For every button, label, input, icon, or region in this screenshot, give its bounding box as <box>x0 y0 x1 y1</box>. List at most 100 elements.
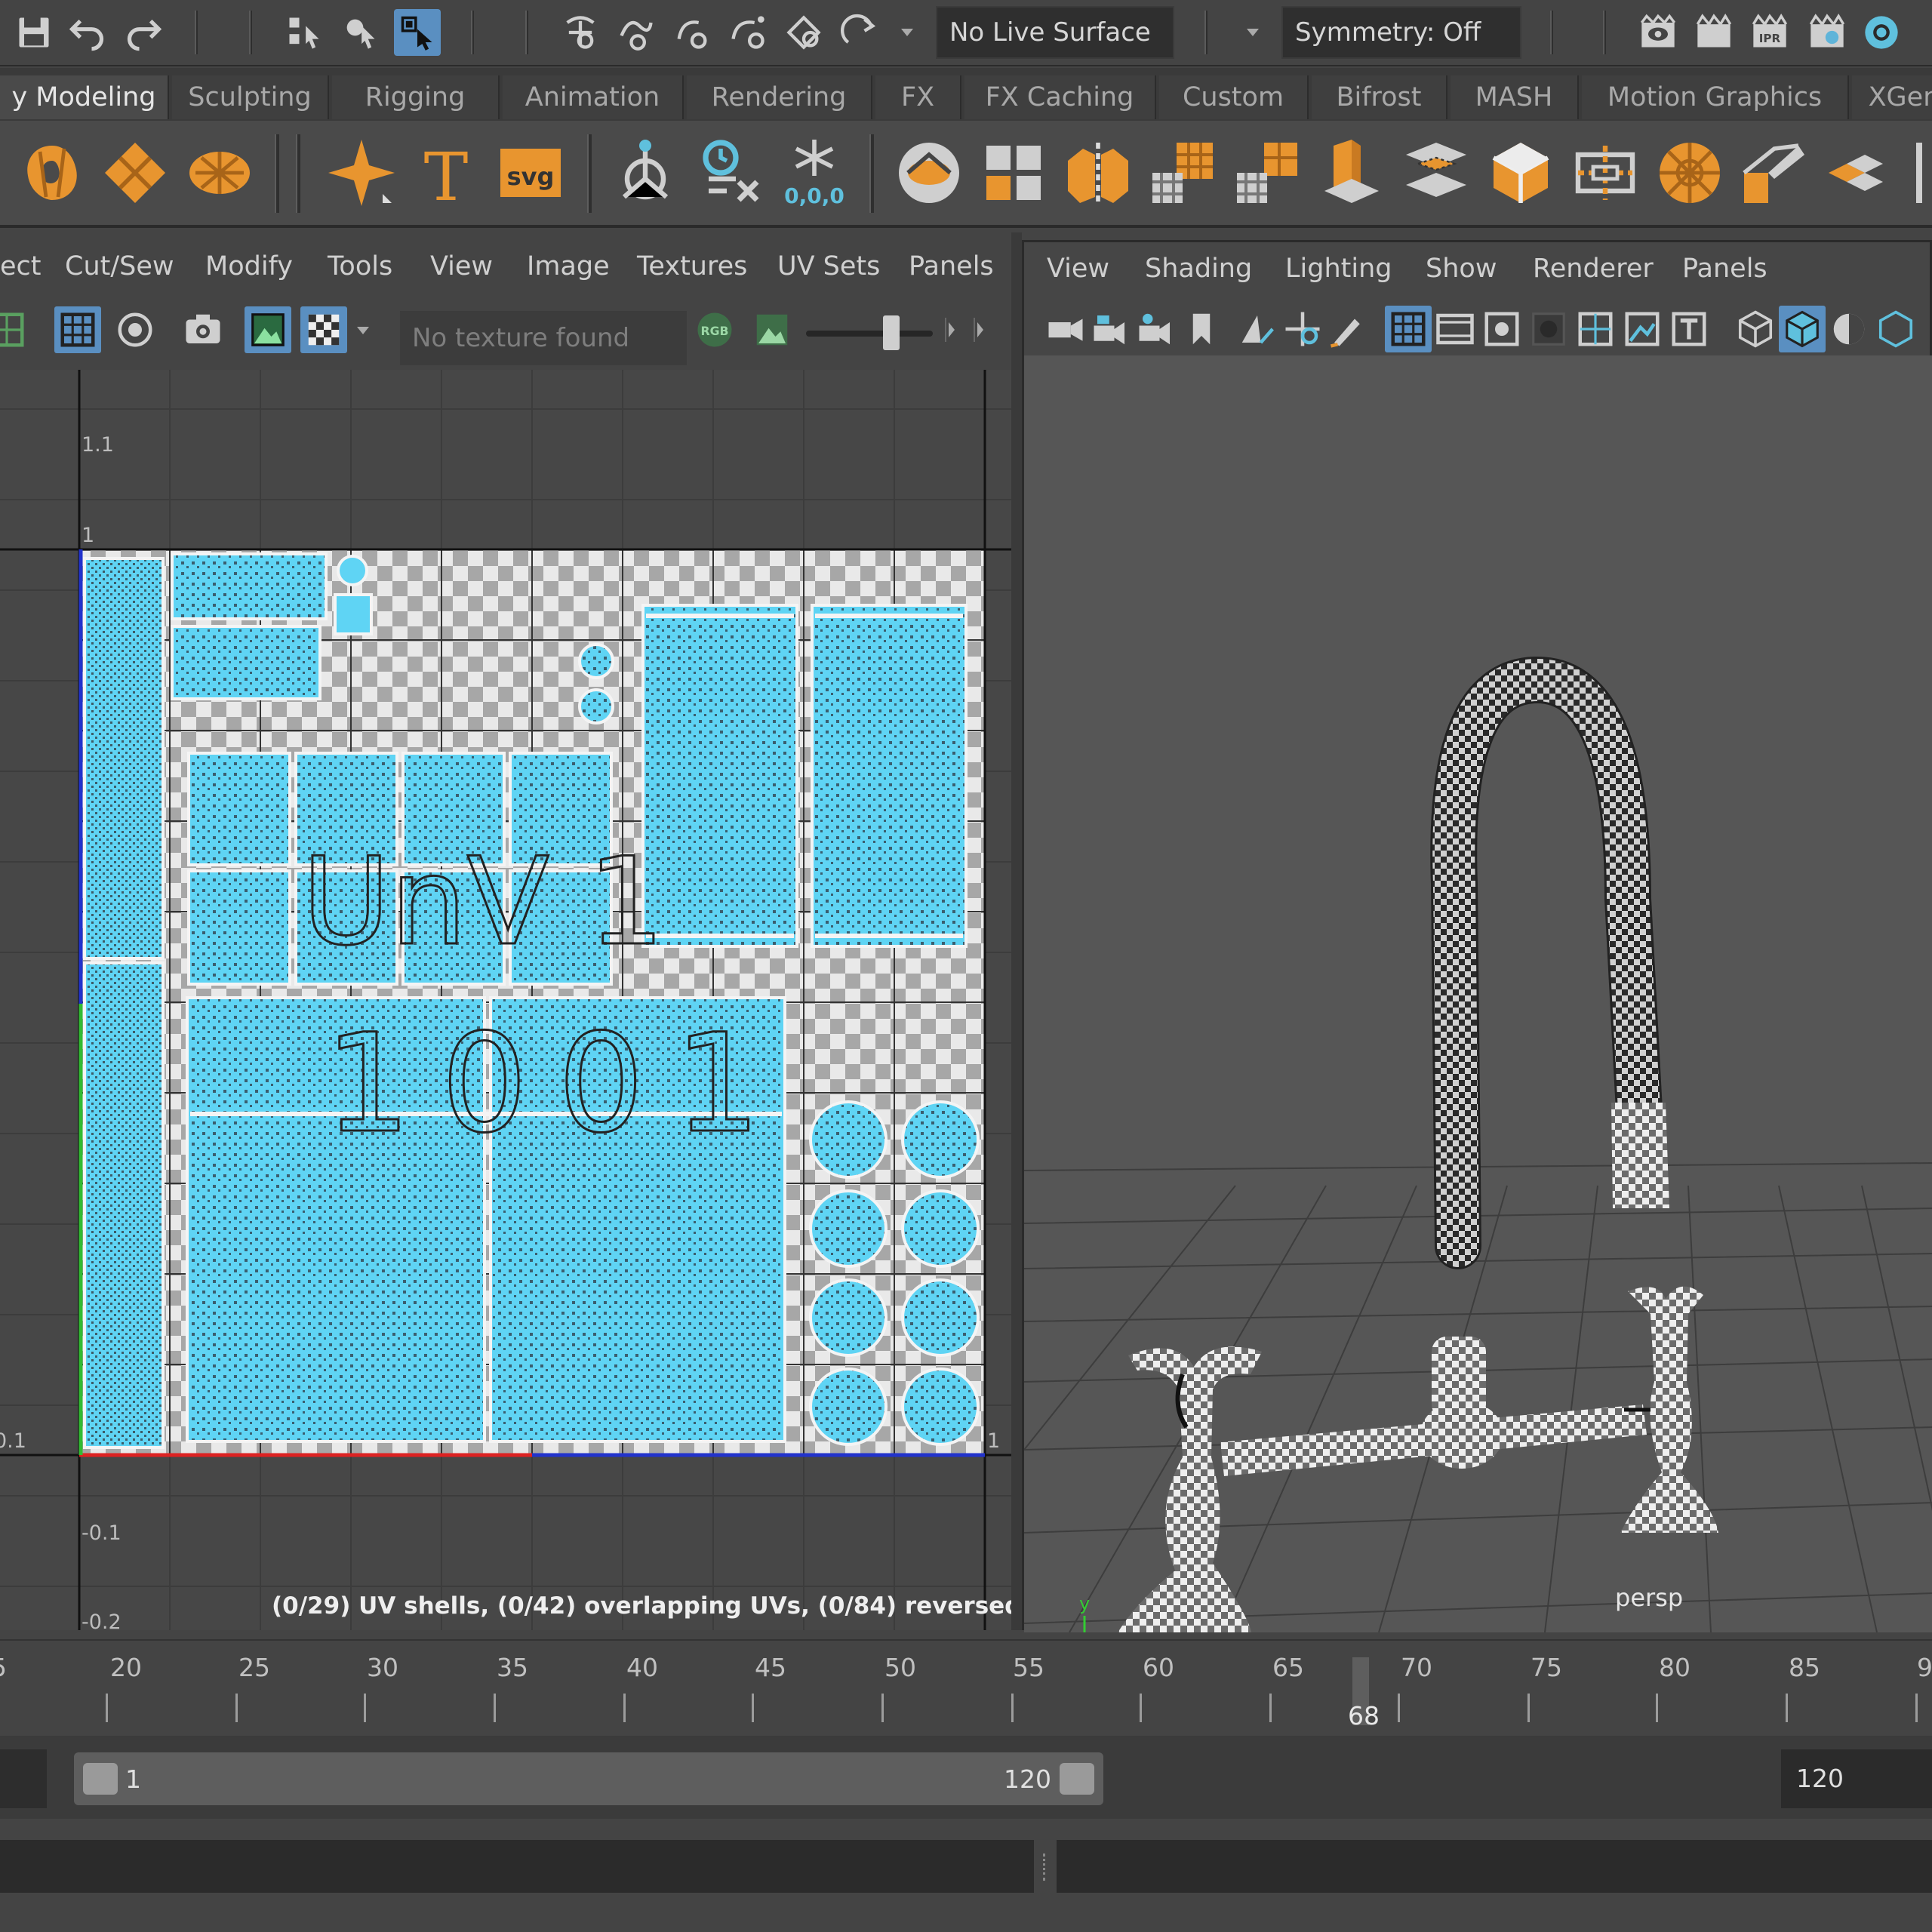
safe-title-icon[interactable] <box>1666 306 1712 352</box>
menu-panels[interactable]: Panels <box>1682 250 1767 288</box>
smooth-icon[interactable] <box>1141 131 1224 214</box>
uv-shaded-icon[interactable] <box>0 306 30 353</box>
uv-shell[interactable] <box>187 752 291 866</box>
multi-cut-icon[interactable] <box>1648 131 1731 214</box>
uv-shell[interactable] <box>809 1367 888 1446</box>
tab-custom[interactable]: Custom <box>1159 75 1309 119</box>
resolution-gate-icon[interactable] <box>1478 306 1525 352</box>
chevron-right-icon[interactable] <box>940 306 963 353</box>
uv-shell[interactable] <box>83 961 165 1449</box>
menu-textures[interactable]: Textures <box>637 248 747 285</box>
tab-rigging[interactable]: Rigging <box>332 75 500 119</box>
freeze-transform-icon[interactable]: 0,0,0 <box>773 131 856 214</box>
uv-shell[interactable] <box>901 1278 980 1357</box>
tab-fx-caching[interactable]: FX Caching <box>964 75 1156 119</box>
uv-shell[interactable] <box>578 643 614 679</box>
menu-view[interactable]: View <box>430 248 493 285</box>
menu-lighting[interactable]: Lighting <box>1285 250 1392 288</box>
type-tool-icon[interactable]: T <box>405 131 488 214</box>
tab-mash[interactable]: MASH <box>1451 75 1579 119</box>
uv-shell[interactable] <box>187 869 291 986</box>
polygon-torus-icon[interactable] <box>11 131 94 214</box>
hypershade-icon[interactable] <box>1858 9 1905 56</box>
uv-shell[interactable] <box>809 1189 888 1268</box>
chevron-down-icon[interactable] <box>1245 17 1260 47</box>
menu-panels[interactable]: Panels <box>909 248 994 285</box>
snap-point-icon[interactable] <box>669 9 715 56</box>
bevel-icon[interactable] <box>1479 131 1562 214</box>
render-settings-icon[interactable] <box>1804 9 1850 56</box>
chevron-down-icon[interactable] <box>900 17 915 47</box>
render-icon[interactable] <box>1690 9 1737 56</box>
camera-attributes-icon[interactable] <box>1133 306 1180 352</box>
super-shape-icon[interactable] <box>320 131 403 214</box>
menu-cut-sew[interactable]: Cut/Sew <box>65 248 174 285</box>
menu-view[interactable]: View <box>1047 250 1109 288</box>
live-surface-field[interactable]: No Live Surface <box>936 6 1174 59</box>
texture-field[interactable]: No texture found <box>400 311 687 365</box>
pixel-snap-icon[interactable] <box>112 306 158 353</box>
end-time-field[interactable]: 120 <box>1781 1749 1932 1808</box>
polygon-disc-icon[interactable] <box>178 131 261 214</box>
tab-sculpting[interactable]: Sculpting <box>172 75 329 119</box>
uv-shell[interactable] <box>171 552 328 620</box>
camera-icon[interactable] <box>1042 306 1089 352</box>
chevron-right-icon[interactable] <box>969 306 992 353</box>
menu-select[interactable]: ect <box>0 248 42 285</box>
uv-shell[interactable] <box>901 1100 980 1179</box>
uv-shell[interactable] <box>809 1278 888 1357</box>
command-input[interactable] <box>0 1840 1034 1893</box>
film-gate-icon[interactable] <box>1432 306 1478 352</box>
save-icon[interactable] <box>11 9 57 56</box>
exposure-slider-handle[interactable] <box>883 315 900 350</box>
tab-animation[interactable]: Animation <box>503 75 684 119</box>
ipr-render-icon[interactable]: IPR <box>1746 9 1793 56</box>
grid-icon[interactable] <box>54 306 101 353</box>
snap-curve-icon[interactable] <box>613 9 660 56</box>
gate-mask-icon[interactable] <box>1525 306 1572 352</box>
tab-xgen[interactable]: XGen <box>1852 75 1932 119</box>
menu-renderer[interactable]: Renderer <box>1533 250 1654 288</box>
menu-image[interactable]: Image <box>527 248 610 285</box>
select-hierarchy-icon[interactable] <box>281 9 328 56</box>
insert-edge-loop-icon[interactable] <box>1564 131 1647 214</box>
wireframe-grid-icon[interactable] <box>1385 306 1432 352</box>
viewport-canvas[interactable]: y z x <box>1024 355 1932 1632</box>
uv-shell[interactable] <box>334 593 373 635</box>
menu-uv-sets[interactable]: UV Sets <box>777 248 880 285</box>
range-start-handle[interactable] <box>83 1763 118 1795</box>
rgb-channels-icon[interactable]: RGB <box>691 306 738 353</box>
quad-draw-icon[interactable] <box>1902 131 1932 214</box>
combine-icon[interactable] <box>888 131 971 214</box>
smooth-shade-icon[interactable] <box>1779 306 1826 352</box>
uv-texture-editor-viewport[interactable]: 1.1 1 0.1 -0.1 -0.2 1 UnV 1 1001 (0/29) … <box>0 370 1011 1630</box>
2d-pan-zoom-icon[interactable] <box>1279 306 1326 352</box>
snapshot-icon[interactable] <box>180 306 226 353</box>
bookmark-icon[interactable] <box>1178 306 1225 352</box>
default-material-icon[interactable] <box>1826 306 1872 352</box>
camera-lock-icon[interactable] <box>1088 306 1134 352</box>
uv-shell[interactable] <box>337 555 368 586</box>
field-chart-icon[interactable] <box>1572 306 1619 352</box>
snap-live-icon[interactable] <box>836 9 883 56</box>
uv-shell[interactable] <box>641 604 798 948</box>
range-slider-track[interactable] <box>74 1752 1103 1805</box>
undo-icon[interactable] <box>63 9 110 56</box>
extrude-icon[interactable] <box>1310 131 1393 214</box>
uv-shell[interactable] <box>809 1100 888 1179</box>
sweep-mesh-icon[interactable] <box>604 131 687 214</box>
textured-icon[interactable] <box>1872 306 1919 352</box>
select-object-icon[interactable] <box>337 9 383 56</box>
image-plane-icon[interactable] <box>1234 306 1281 352</box>
menu-shading[interactable]: Shading <box>1145 250 1252 288</box>
perspective-viewport[interactable]: y z x <box>1024 355 1932 1632</box>
target-weld-icon[interactable] <box>1733 131 1816 214</box>
mirror-icon[interactable] <box>1057 131 1140 214</box>
start-time-field[interactable] <box>0 1749 47 1808</box>
separate-icon[interactable] <box>972 131 1055 214</box>
snap-surface-icon[interactable] <box>780 9 827 56</box>
range-end-handle[interactable] <box>1060 1763 1094 1795</box>
tab-modeling[interactable]: y Modeling <box>0 75 169 119</box>
panel-divider[interactable] <box>1011 232 1022 1630</box>
reduce-icon[interactable] <box>1226 131 1309 214</box>
